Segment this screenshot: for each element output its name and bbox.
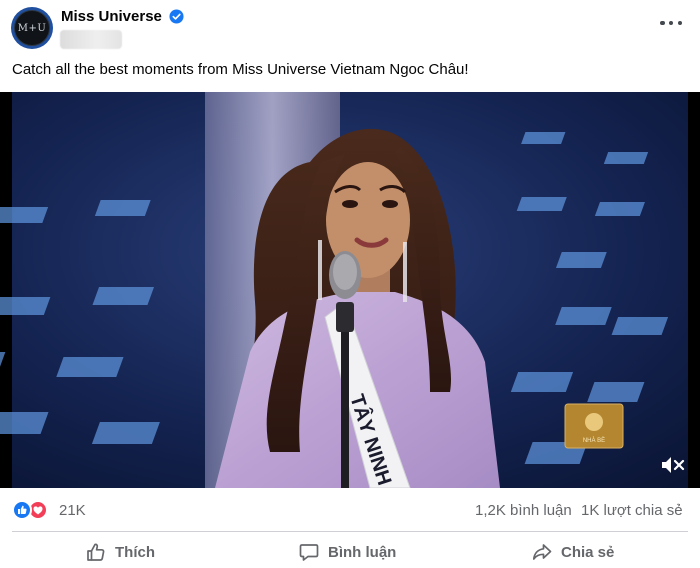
video-frame: TÂY NINH NHÀ BÈ: [0, 92, 700, 488]
more-options-icon[interactable]: [660, 16, 682, 30]
sponsor-logo-text: NHÀ BÈ: [583, 437, 605, 444]
comment-button[interactable]: Bình luận: [298, 536, 396, 568]
shares-count[interactable]: 1K lượt chia sẻ: [581, 502, 683, 519]
divider: [12, 531, 688, 532]
muted-speaker-icon[interactable]: [660, 454, 686, 476]
post-header: M+U Miss Universe: [0, 0, 700, 56]
comment-label: Bình luận: [328, 543, 397, 561]
like-label: Thích: [115, 543, 155, 561]
comments-count[interactable]: 1,2K bình luận: [475, 502, 572, 519]
post-stats: 21K 1,2K bình luận 1K lượt chia sẻ: [0, 496, 700, 524]
dot: [668, 20, 674, 26]
page-avatar[interactable]: M+U: [11, 7, 53, 49]
comment-bubble-icon: [299, 544, 319, 561]
like-reaction-icon: [12, 500, 32, 520]
thumbs-up-icon: [87, 543, 105, 561]
verified-badge-icon: [169, 9, 184, 24]
post-timestamp-blurred[interactable]: [60, 30, 122, 49]
like-button[interactable]: Thích: [85, 536, 155, 568]
reaction-icons[interactable]: [12, 500, 52, 520]
video-player[interactable]: TÂY NINH NHÀ BÈ: [0, 92, 700, 488]
post-caption: Catch all the best moments from Miss Uni…: [12, 61, 469, 78]
page-name-link[interactable]: Miss Universe: [61, 8, 162, 25]
share-arrow-icon: [532, 544, 552, 560]
share-button[interactable]: Chia sẻ: [531, 536, 614, 568]
avatar-logo: M+U: [14, 10, 50, 46]
share-label: Chia sẻ: [561, 543, 615, 561]
dot: [677, 20, 682, 26]
post-actions: Thích Bình luận Chia sẻ: [0, 536, 700, 568]
reactions-count[interactable]: 21K: [59, 502, 86, 519]
dot: [660, 20, 665, 26]
